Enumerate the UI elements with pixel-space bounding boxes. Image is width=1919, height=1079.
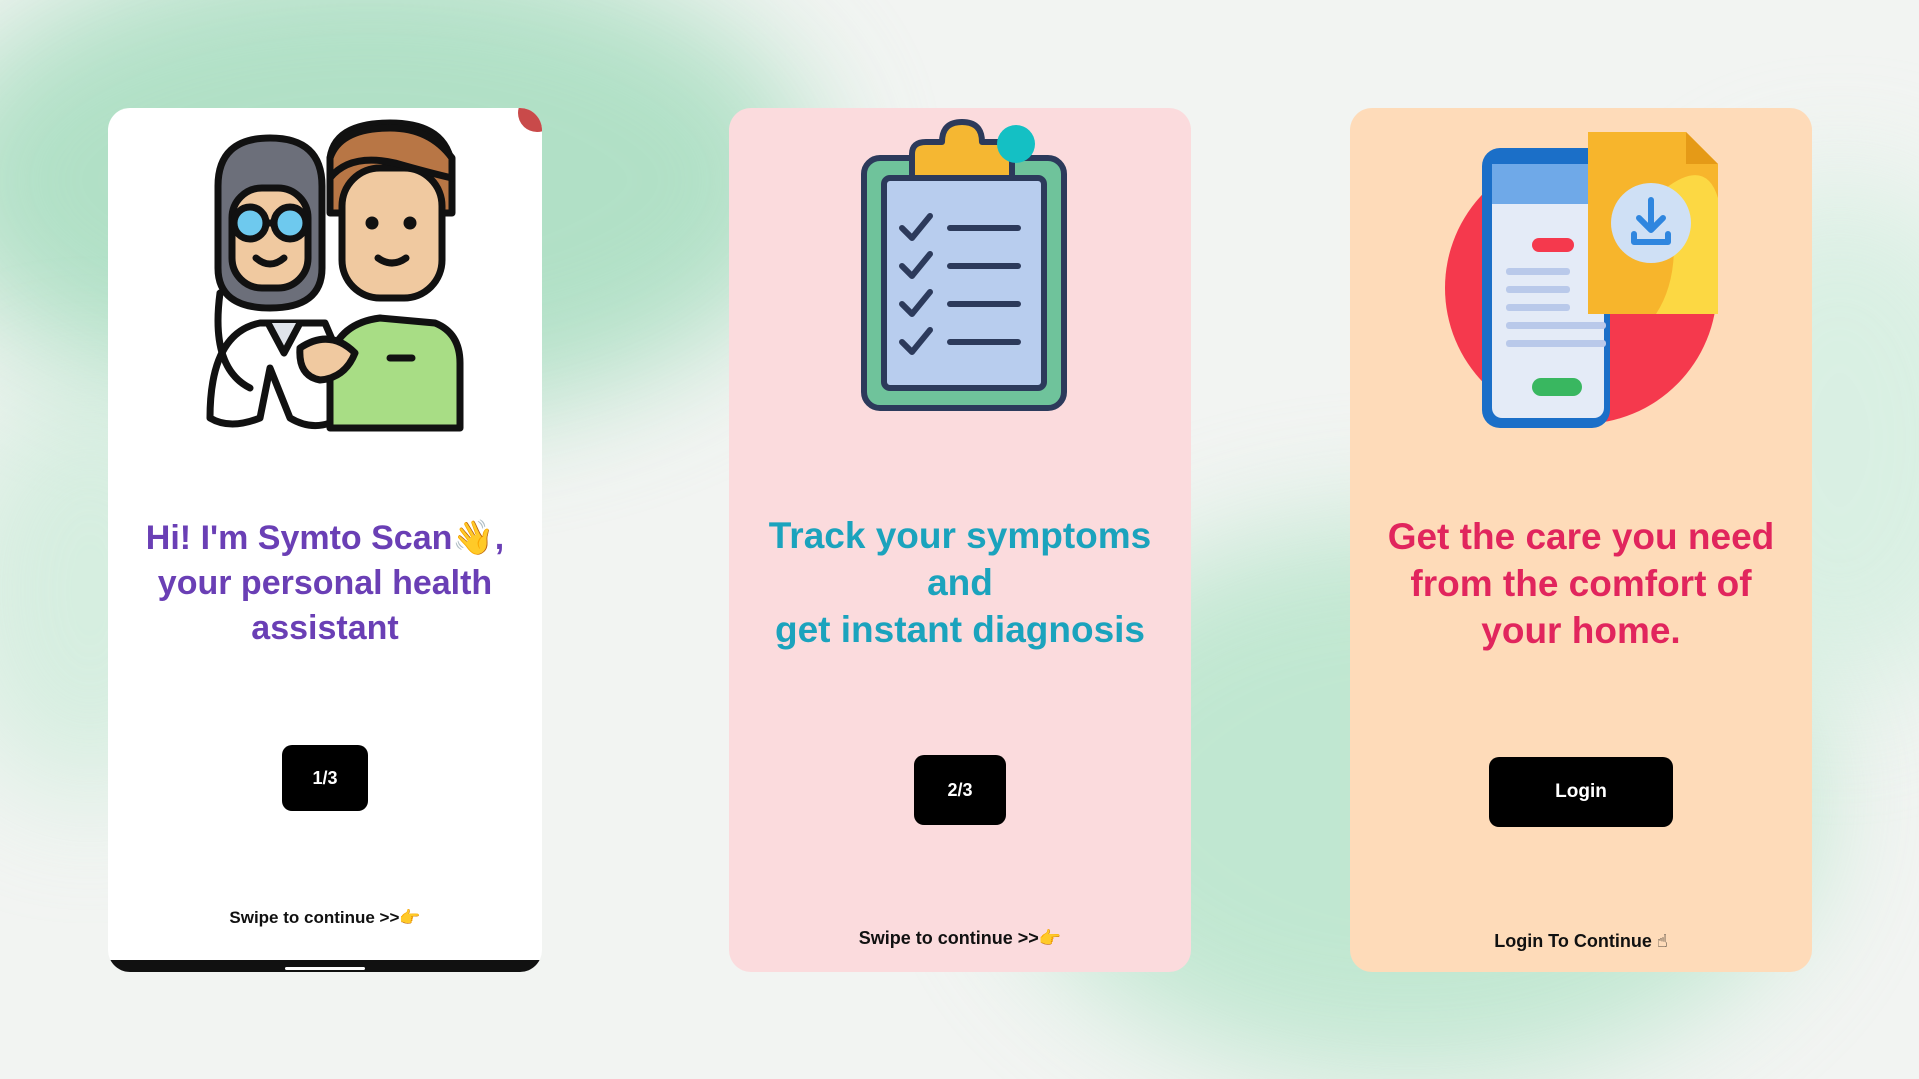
headline-2-line: get instant diagnosis xyxy=(774,609,1146,650)
system-nav-bar xyxy=(108,960,542,972)
headline-2-line: Track your symptoms xyxy=(768,515,1152,556)
doctor-and-patient-icon xyxy=(206,119,464,432)
headline-3-line: your home. xyxy=(1481,610,1681,651)
login-hint: Login To Continue ☝ xyxy=(1494,931,1668,951)
headline-1: Hi! I'm Symto Scan👋, your personal healt… xyxy=(145,519,505,647)
clipboard-checklist-icon xyxy=(861,119,1067,411)
onboarding-card-3[interactable]: Get the care you need from the comfort o… xyxy=(1350,108,1812,972)
onboarding-card-1[interactable]: Hi! I'm Symto Scan👋, your personal healt… xyxy=(108,108,542,972)
headline-3-line: from the comfort of xyxy=(1410,563,1752,604)
headline-2: Track your symptoms and get instant diag… xyxy=(729,512,1191,653)
page-indicator-button-2[interactable]: 2/3 xyxy=(914,755,1006,825)
headline-3: Get the care you need from the comfort o… xyxy=(1350,513,1812,654)
page-indicator-button-1[interactable]: 1/3 xyxy=(282,745,368,811)
home-indicator[interactable] xyxy=(285,967,365,970)
swipe-hint-1: Swipe to continue >>👉 xyxy=(229,908,421,927)
phone-download-icon xyxy=(1445,132,1718,428)
headline-3-line: Get the care you need xyxy=(1387,516,1775,557)
illustration-1 xyxy=(108,118,542,438)
login-button[interactable]: Login xyxy=(1489,757,1673,827)
onboarding-card-2[interactable]: Track your symptoms and get instant diag… xyxy=(729,108,1191,972)
illustration-3 xyxy=(1350,118,1812,428)
illustration-2 xyxy=(729,118,1191,418)
swipe-hint-2: Swipe to continue >>👉 xyxy=(858,928,1062,948)
headline-2-line: and xyxy=(927,562,993,603)
